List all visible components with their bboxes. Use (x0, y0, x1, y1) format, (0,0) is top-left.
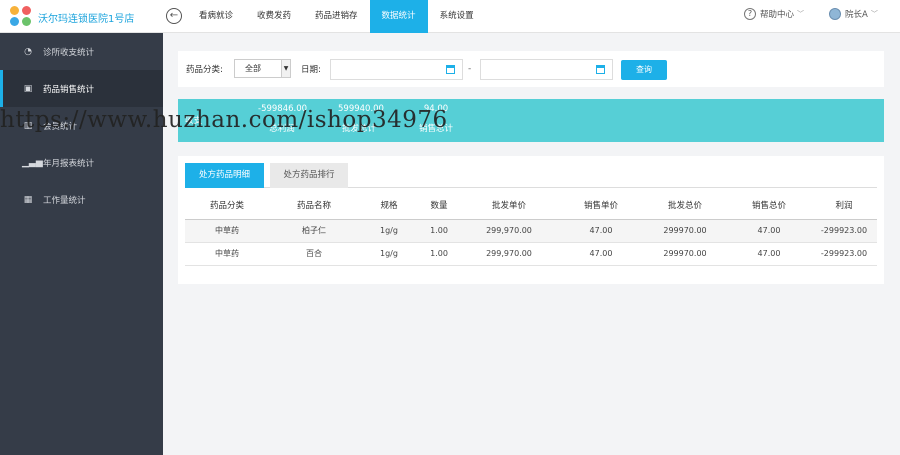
detail-panel: 处方药品明细 处方药品排行 药品分类 药品名称 规格 数量 批发单价 销售单价 … (178, 156, 884, 284)
table-cell: 299970.00 (643, 242, 727, 266)
avatar (829, 8, 841, 20)
table-cell: 柏子仁 (269, 219, 359, 243)
calculator-icon: ▦ (23, 194, 33, 205)
sidebar-item-label: 工作量统计 (43, 195, 86, 206)
top-bar: 沃尔玛连锁医院1号店 ← 看病就诊 收费发药 药品进销存 数据统计 系统设置 ?… (0, 0, 900, 33)
user-name: 院长A (845, 10, 868, 20)
sidebar-item-label: 年月报表统计 (43, 158, 95, 169)
category-select[interactable]: 全部 ▼ (234, 59, 291, 78)
nav-item-settings[interactable]: 系统设置 (428, 0, 486, 33)
drug-sales-table: 药品分类 药品名称 规格 数量 批发单价 销售单价 批发总价 销售总价 利润 中… (185, 192, 877, 266)
hospital-name: 沃尔玛连锁医院1号店 (38, 14, 135, 25)
table-row[interactable]: 中草药 百合 1g/g 1.00 299,970.00 47.00 299970… (185, 242, 877, 266)
start-date-input[interactable] (330, 59, 463, 80)
column-header: 规格 (359, 192, 419, 220)
sidebar: ◔ 诊所收支统计 ▣ 药品销售统计 ▥ 会员统计 ▁▃▅ 年月报表统计 ▦ 工作… (0, 33, 163, 455)
chevron-down-icon: ▼ (281, 60, 290, 77)
column-header: 批发单价 (459, 192, 559, 220)
user-menu[interactable]: 院长A ﹀ (829, 8, 878, 20)
chevron-down-icon: ﹀ (797, 10, 805, 18)
sidebar-item-workload[interactable]: ▦ 工作量统计 (0, 181, 163, 218)
sidebar-item-reports[interactable]: ▁▃▅ 年月报表统计 (0, 144, 163, 181)
sidebar-item-label: 药品销售统计 (43, 84, 95, 95)
main-nav: 看病就诊 收费发药 药品进销存 数据统计 系统设置 (187, 0, 486, 33)
category-label: 药品分类: (186, 65, 223, 75)
table-cell: 299,970.00 (459, 219, 559, 243)
nav-item-statistics[interactable]: 数据统计 (369, 0, 428, 33)
pie-chart-icon: ◔ (24, 46, 32, 57)
table-cell: 47.00 (559, 219, 643, 243)
table-row[interactable]: 中草药 柏子仁 1g/g 1.00 299,970.00 47.00 29997… (185, 219, 877, 243)
table-cell: 47.00 (727, 242, 811, 266)
table-cell: 299,970.00 (459, 242, 559, 266)
table-cell: 百合 (269, 242, 359, 266)
nav-item-consultation[interactable]: 看病就诊 (187, 0, 245, 33)
table-cell: 中草药 (185, 242, 269, 266)
tab-prescription-ranking[interactable]: 处方药品排行 (270, 163, 348, 188)
table-cell: 1g/g (359, 219, 419, 243)
table-header-row: 药品分类 药品名称 规格 数量 批发单价 销售单价 批发总价 销售总价 利润 (185, 192, 877, 220)
category-select-value: 全部 (245, 64, 261, 73)
help-center-link[interactable]: ? 帮助中心 ﹀ (744, 8, 804, 20)
table-cell: 1g/g (359, 242, 419, 266)
query-button[interactable]: 查询 (621, 60, 667, 80)
briefcase-icon: ▣ (23, 83, 33, 94)
table-cell: -299923.00 (811, 242, 877, 266)
column-header: 药品分类 (185, 192, 269, 220)
watermark-text: https://www.huzhan.com/ishop34976 (0, 107, 448, 133)
table-cell: -299923.00 (811, 219, 877, 243)
calendar-icon[interactable] (446, 65, 455, 74)
date-separator: - (468, 64, 472, 74)
end-date-input[interactable] (480, 59, 613, 80)
nav-item-billing[interactable]: 收费发药 (245, 0, 303, 33)
filter-panel: 药品分类: 全部 ▼ 日期: - 查询 (178, 51, 884, 87)
help-center-label: 帮助中心 (760, 10, 795, 20)
column-header: 数量 (419, 192, 459, 220)
sidebar-item-drug-sales[interactable]: ▣ 药品销售统计 (0, 70, 163, 107)
table-cell: 1.00 (419, 219, 459, 243)
sidebar-item-label: 诊所收支统计 (43, 47, 95, 58)
calendar-icon[interactable] (596, 65, 605, 74)
column-header: 销售总价 (727, 192, 811, 220)
column-header: 药品名称 (269, 192, 359, 220)
table-cell: 47.00 (559, 242, 643, 266)
hospital-logo (10, 6, 34, 28)
nav-item-inventory[interactable]: 药品进销存 (303, 0, 370, 33)
tab-bar: 处方药品明细 处方药品排行 (185, 163, 877, 188)
table-cell: 中草药 (185, 219, 269, 243)
table-cell: 299970.00 (643, 219, 727, 243)
signal-bars-icon: ▁▃▅ (22, 157, 43, 168)
date-label: 日期: (301, 65, 321, 75)
table-cell: 1.00 (419, 242, 459, 266)
back-arrow-icon[interactable]: ← (166, 8, 182, 24)
column-header: 利润 (811, 192, 877, 220)
question-icon: ? (744, 8, 756, 20)
column-header: 批发总价 (643, 192, 727, 220)
table-cell: 47.00 (727, 219, 811, 243)
sidebar-item-income-expense[interactable]: ◔ 诊所收支统计 (0, 33, 163, 70)
tab-prescription-detail[interactable]: 处方药品明细 (185, 163, 264, 188)
chevron-down-icon: ﹀ (870, 10, 878, 18)
column-header: 销售单价 (559, 192, 643, 220)
